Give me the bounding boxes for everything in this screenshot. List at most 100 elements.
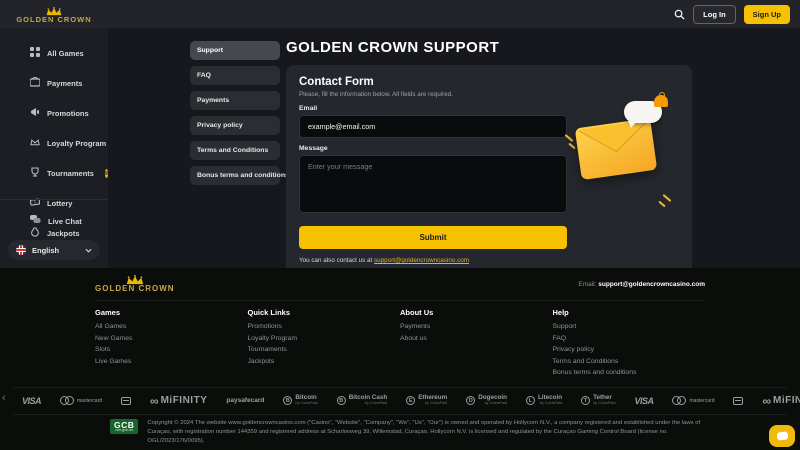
tab-privacy-policy[interactable]: Privacy policy <box>190 116 280 135</box>
tether-icon: T <box>581 396 591 405</box>
footer-link-tournaments[interactable]: Tournaments <box>248 346 401 353</box>
sidebar-item-payments[interactable]: Payments <box>0 68 108 98</box>
support-email-link[interactable]: support@goldencrowncasino.com <box>374 257 469 264</box>
megaphone-icon <box>30 104 40 122</box>
tab-support[interactable]: Support <box>190 41 280 60</box>
gcb-seal[interactable]: GCB cert.gcb.cw <box>110 418 139 434</box>
chevron-down-icon <box>85 248 92 253</box>
footer-email-value: support@goldencrowncasino.com <box>598 280 705 288</box>
footer-col-heading: Help <box>552 308 569 317</box>
contact-note: You can also contact us at support@golde… <box>299 257 567 264</box>
footer-link-payments[interactable]: Payments <box>400 323 553 330</box>
payment-paysafecard: paysafecard <box>226 397 265 404</box>
footer: GOLDEN CROWN Email: support@goldencrownc… <box>0 268 800 450</box>
envelope-illustration <box>564 92 674 211</box>
signup-button[interactable]: Sign Up <box>743 4 790 24</box>
footer-col-quick-links: Quick Links Promotions Loyalty Program T… <box>248 308 401 381</box>
language-selector[interactable]: English <box>8 240 100 260</box>
footer-link-jackpots[interactable]: Jackpots <box>248 358 401 365</box>
sidebar-item-label: All Games <box>47 48 84 58</box>
tab-payments[interactable]: Payments <box>190 91 280 110</box>
footer-link-bonus-terms[interactable]: Bonus terms and conditions <box>553 369 706 376</box>
live-chat-label: Live Chat <box>48 216 82 226</box>
sidebar-item-loyalty-program[interactable]: Loyalty Program <box>0 128 108 158</box>
email-field[interactable] <box>299 115 567 138</box>
footer-col-help: Help Support FAQ Privacy policy Terms an… <box>553 308 706 381</box>
footer-link-promotions[interactable]: Promotions <box>248 323 401 330</box>
infinity-icon: ∞ <box>762 393 771 408</box>
search-icon[interactable] <box>674 9 685 20</box>
bank-card-icon <box>733 396 744 405</box>
trophy-icon <box>30 164 40 182</box>
footer-col-heading: About Us <box>400 308 434 317</box>
email-label: Email <box>299 105 318 112</box>
brand-logo[interactable]: GOLDEN CROWN <box>0 5 108 24</box>
mastercard-icon <box>672 396 687 405</box>
footer-link-all-games[interactable]: All Games <box>95 323 248 330</box>
bank-card-icon <box>121 396 132 405</box>
contact-form-card: Contact Form Please, fill the informatio… <box>286 65 692 276</box>
footer-link-slots[interactable]: Slots <box>95 346 248 353</box>
footer-link-about-us[interactable]: About us <box>400 335 553 342</box>
footer-link-support[interactable]: Support <box>553 323 706 330</box>
chat-widget-button[interactable] <box>769 425 795 447</box>
brand-name: GOLDEN CROWN <box>16 14 92 24</box>
message-field[interactable] <box>299 155 567 213</box>
bitcoin-icon: B <box>283 396 293 405</box>
chat-bubble-icon <box>775 431 789 441</box>
tab-faq[interactable]: FAQ <box>190 66 280 85</box>
sidebar-item-label: Tournaments <box>47 168 94 178</box>
top-header: GOLDEN CROWN Log In Sign Up <box>0 0 800 28</box>
footer-link-live-games[interactable]: Live Games <box>95 358 248 365</box>
envelope-icon <box>574 117 658 181</box>
sidebar-item-label: Loyalty Program <box>47 138 107 148</box>
footer-email-label: Email: <box>578 280 597 288</box>
chat-bubbles-icon <box>30 212 41 230</box>
contact-form-heading: Contact Form <box>299 76 374 88</box>
sidebar-item-label: Payments <box>47 78 83 88</box>
payment-tether: T Tether by CoinsPaid <box>581 394 615 406</box>
language-label: English <box>32 245 60 255</box>
tab-terms[interactable]: Terms and Conditions <box>190 141 280 160</box>
grid-icon <box>30 44 40 62</box>
footer-col-heading: Quick Links <box>247 308 291 317</box>
sidebar-item-tournaments[interactable]: Tournaments <box>0 158 108 188</box>
payment-dogecoin: D Dogecoin by CoinsPaid <box>466 394 507 406</box>
main-area: Support FAQ Payments Privacy policy Term… <box>108 28 800 276</box>
contact-note-text: You can also contact us at <box>299 257 373 264</box>
crown-icon <box>30 134 40 152</box>
footer-link-faq[interactable]: FAQ <box>553 335 706 342</box>
infinity-icon: ∞ <box>150 393 159 408</box>
sidebar-bottom: Live Chat English <box>0 199 108 268</box>
payment-litecoin: L Litecoin by CoinsPaid <box>525 394 562 406</box>
copyright-text: Copyright © 2024 The website www.goldenc… <box>147 419 701 444</box>
carousel-next-icon[interactable]: › <box>794 392 798 404</box>
footer-brand-logo[interactable]: GOLDEN CROWN <box>95 275 175 293</box>
footer-col-games: Games All Games New Games Slots Live Gam… <box>95 308 248 381</box>
dogecoin-icon: D <box>466 396 476 405</box>
gcb-sub: cert.gcb.cw <box>115 428 134 432</box>
footer-col-about-us: About Us Payments About us <box>400 308 553 381</box>
payment-bitcoin: B Bitcoin by CoinsPaid <box>283 394 318 406</box>
payment-visa: VISA <box>22 395 42 406</box>
sidebar-item-promotions[interactable]: Promotions <box>0 98 108 128</box>
carousel-prev-icon[interactable]: ‹ <box>2 392 6 404</box>
login-button[interactable]: Log In <box>693 4 736 24</box>
submit-button[interactable]: Submit <box>299 226 567 249</box>
wallet-icon <box>29 74 41 92</box>
ethereum-icon: E <box>406 396 416 405</box>
sidebar-item-all-games[interactable]: All Games <box>0 38 108 68</box>
footer-link-privacy-policy[interactable]: Privacy policy <box>553 346 706 353</box>
tab-bonus-terms[interactable]: Bonus terms and conditions <box>190 166 289 185</box>
footer-link-loyalty-program[interactable]: Loyalty Program <box>248 335 401 342</box>
footer-email: Email: support@goldencrowncasino.com <box>578 281 705 288</box>
payment-mastercard: mastercard <box>672 396 714 405</box>
footer-link-new-games[interactable]: New Games <box>95 335 248 342</box>
payment-visa: VISA <box>634 395 654 406</box>
payment-mifinity: ∞MiFINITY <box>150 393 208 408</box>
live-chat-button[interactable]: Live Chat <box>8 206 100 236</box>
footer-col-heading: Games <box>95 308 121 317</box>
bell-icon <box>654 92 668 107</box>
app-sidebar: All Games Payments Promotions Loyalty Pr… <box>0 28 108 268</box>
footer-link-terms[interactable]: Terms and Conditions <box>553 358 706 365</box>
